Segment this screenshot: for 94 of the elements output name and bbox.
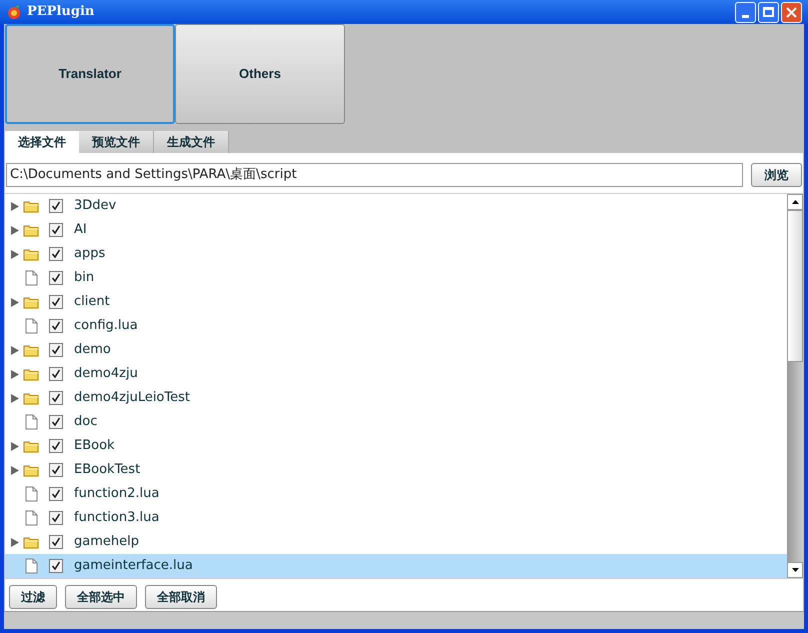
- folder-icon: [23, 200, 39, 212]
- file-row[interactable]: bin: [5, 266, 787, 290]
- folder-icon: [23, 296, 39, 308]
- file-name: gamehelp: [74, 533, 139, 552]
- folder-icon: [23, 344, 39, 356]
- file-row[interactable]: function2.lua: [5, 482, 787, 506]
- checkbox[interactable]: [49, 319, 63, 333]
- minimize-button[interactable]: [735, 2, 756, 22]
- folder-icon: [23, 440, 39, 452]
- checkbox[interactable]: [49, 199, 63, 213]
- module-tab[interactable]: Others: [175, 24, 345, 124]
- app-logo-icon: [6, 4, 22, 20]
- action-button[interactable]: 全部取消: [145, 585, 217, 609]
- file-name: apps: [74, 245, 106, 264]
- scroll-thumb[interactable]: [787, 210, 803, 362]
- file-icon: [24, 510, 38, 526]
- file-row[interactable]: gameinterface.lua: [5, 554, 787, 578]
- close-button[interactable]: [781, 2, 802, 22]
- path-field[interactable]: C:\Documents and Settings\PARA\桌面\script: [6, 163, 743, 187]
- expand-arrow-icon[interactable]: [11, 250, 19, 258]
- action-button[interactable]: 过滤: [9, 585, 57, 609]
- file-row[interactable]: gamehelp: [5, 530, 787, 554]
- file-icon: [24, 486, 38, 502]
- file-row[interactable]: EBookTest: [5, 458, 787, 482]
- scrollbar[interactable]: [787, 194, 803, 578]
- file-name: demo4zju: [74, 365, 138, 384]
- expand-arrow-icon[interactable]: [11, 298, 19, 306]
- file-name: EBookTest: [74, 461, 140, 480]
- maximize-button[interactable]: [758, 2, 779, 22]
- file-row[interactable]: demo: [5, 338, 787, 362]
- checkbox[interactable]: [49, 487, 63, 501]
- file-row[interactable]: 3Ddev: [5, 194, 787, 218]
- file-name: 3Ddev: [74, 197, 116, 216]
- checkbox[interactable]: [49, 559, 63, 573]
- checkbox[interactable]: [49, 367, 63, 381]
- file-name: AI: [74, 221, 87, 240]
- expand-arrow-icon[interactable]: [11, 466, 19, 474]
- scroll-down-icon[interactable]: [787, 562, 803, 578]
- folder-icon: [23, 224, 39, 236]
- folder-icon: [23, 464, 39, 476]
- action-button[interactable]: 全部选中: [65, 585, 137, 609]
- folder-icon: [23, 248, 39, 260]
- close-icon: [786, 6, 797, 18]
- window-title: PEPlugin: [27, 3, 94, 22]
- expand-arrow-icon[interactable]: [11, 442, 19, 450]
- file-row[interactable]: demo4zju: [5, 362, 787, 386]
- expand-arrow-icon[interactable]: [11, 346, 19, 354]
- checkbox[interactable]: [49, 415, 63, 429]
- expand-arrow-icon[interactable]: [11, 370, 19, 378]
- file-row[interactable]: demo4zjuLeioTest: [5, 386, 787, 410]
- file-name: demo4zjuLeioTest: [74, 389, 190, 408]
- folder-icon: [23, 536, 39, 548]
- checkbox[interactable]: [49, 463, 63, 477]
- file-name: doc: [74, 413, 98, 432]
- folder-icon: [23, 392, 39, 404]
- expand-arrow-icon[interactable]: [11, 226, 19, 234]
- file-name: EBook: [74, 437, 115, 456]
- file-row[interactable]: AI: [5, 218, 787, 242]
- file-icon: [24, 270, 38, 286]
- file-row[interactable]: config.lua: [5, 314, 787, 338]
- file-name: config.lua: [74, 317, 138, 336]
- tab[interactable]: 选择文件: [5, 131, 79, 153]
- file-name: function3.lua: [74, 509, 160, 528]
- file-row[interactable]: function3.lua: [5, 506, 787, 530]
- file-icon: [24, 558, 38, 574]
- expand-arrow-icon[interactable]: [11, 394, 19, 402]
- tab[interactable]: 预览文件: [79, 131, 154, 153]
- checkbox[interactable]: [49, 271, 63, 285]
- file-row[interactable]: apps: [5, 242, 787, 266]
- checkbox[interactable]: [49, 343, 63, 357]
- checkbox[interactable]: [49, 295, 63, 309]
- file-icon: [24, 318, 38, 334]
- scroll-up-icon[interactable]: [787, 194, 803, 210]
- file-row[interactable]: client: [5, 290, 787, 314]
- expand-arrow-icon[interactable]: [11, 202, 19, 210]
- expand-arrow-icon[interactable]: [11, 538, 19, 546]
- module-tab[interactable]: Translator: [5, 24, 175, 124]
- file-name: bin: [74, 269, 94, 288]
- file-row[interactable]: EBook: [5, 434, 787, 458]
- file-name: client: [74, 293, 110, 312]
- file-icon: [24, 414, 38, 430]
- file-row[interactable]: doc: [5, 410, 787, 434]
- tab[interactable]: 生成文件: [154, 131, 229, 153]
- checkbox[interactable]: [49, 247, 63, 261]
- browse-button[interactable]: 浏览: [751, 163, 802, 187]
- file-name: gameinterface.lua: [74, 557, 193, 576]
- checkbox[interactable]: [49, 391, 63, 405]
- checkbox[interactable]: [49, 223, 63, 237]
- checkbox[interactable]: [49, 535, 63, 549]
- checkbox[interactable]: [49, 439, 63, 453]
- checkbox[interactable]: [49, 511, 63, 525]
- folder-icon: [23, 368, 39, 380]
- file-name: demo: [74, 341, 111, 360]
- file-name: function2.lua: [74, 485, 160, 504]
